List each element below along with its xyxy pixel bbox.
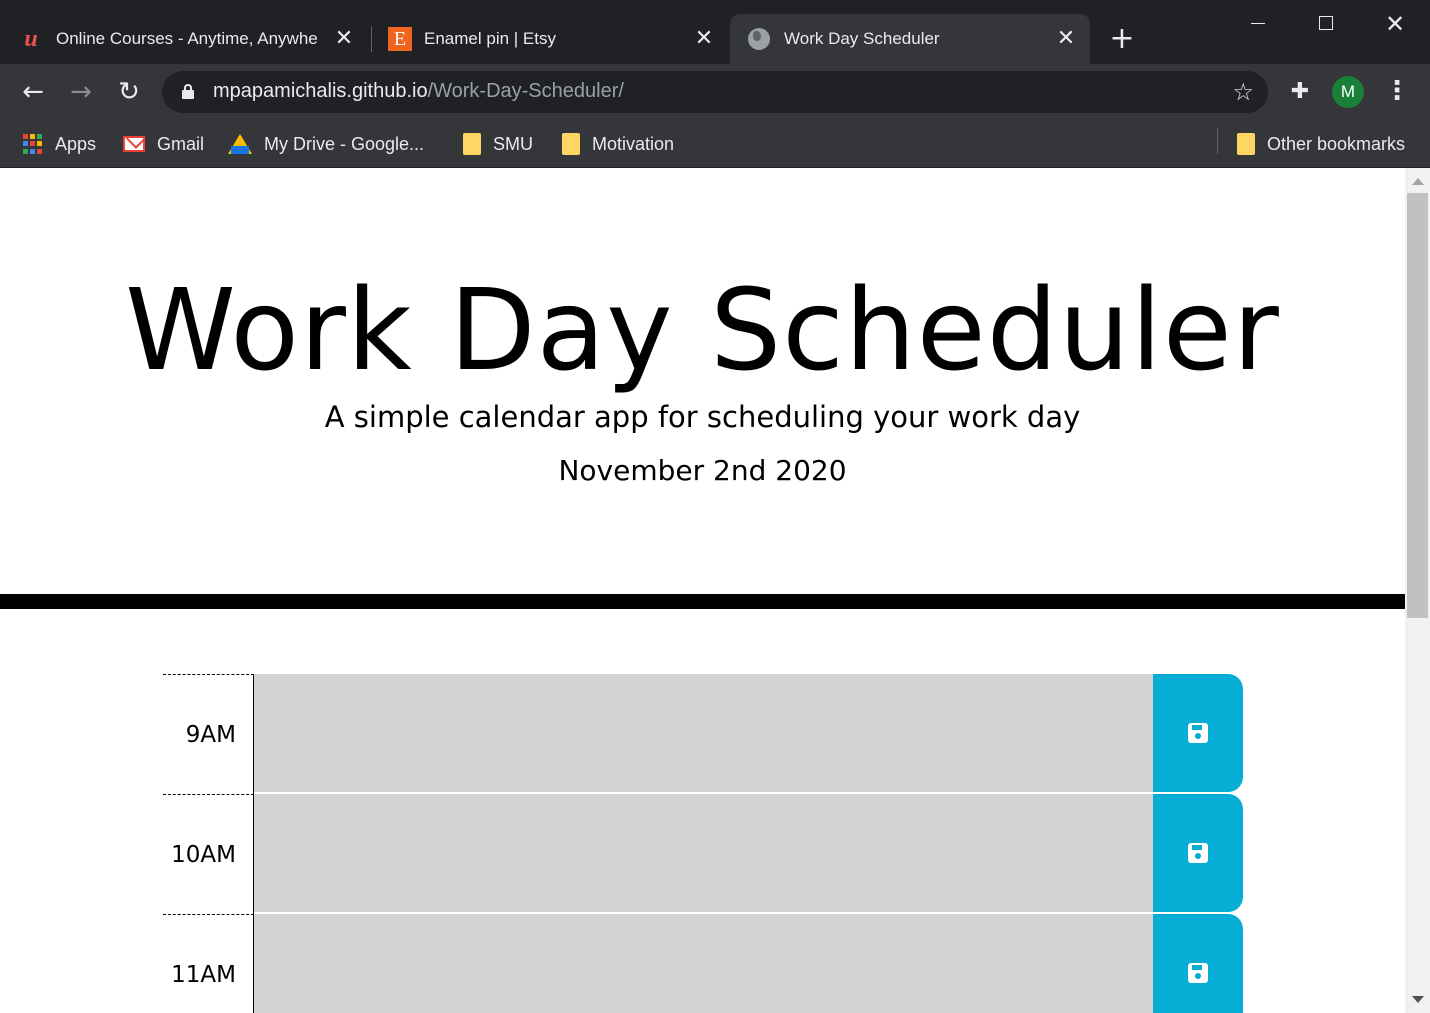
forward-button[interactable]: → [65, 76, 97, 108]
gmail-icon [123, 136, 145, 152]
bookmark-gmail[interactable]: Gmail [123, 128, 204, 160]
tab-work-day-scheduler[interactable]: Work Day Scheduler ✕ [730, 14, 1090, 64]
new-tab-button[interactable]: + [1106, 24, 1138, 56]
event-description-input[interactable] [254, 794, 1154, 913]
maximize-button[interactable] [1296, 4, 1356, 44]
scrollbar-thumb[interactable] [1407, 193, 1428, 618]
back-button[interactable]: ← [17, 76, 49, 108]
hour-label: 10AM [163, 794, 254, 914]
event-description-input[interactable] [254, 914, 1154, 1013]
save-floppy-icon [1188, 963, 1208, 983]
folder-icon [463, 133, 481, 155]
save-button[interactable] [1153, 794, 1243, 912]
url-host: mpapamichalis.github.io [213, 80, 428, 102]
tab-title: Work Day Scheduler [784, 29, 940, 48]
bookmark-folder-motivation[interactable]: Motivation [562, 128, 674, 160]
bookmark-folder-smu[interactable]: SMU [463, 128, 533, 160]
tab-divider [371, 26, 372, 52]
hour-text: 9AM [185, 722, 236, 748]
time-block-row: 10AM [163, 794, 1243, 914]
close-tab-icon[interactable]: ✕ [692, 26, 716, 50]
reload-button[interactable]: ↻ [113, 76, 145, 108]
page-title: Work Day Scheduler [125, 266, 1280, 396]
bookmark-label: Gmail [157, 133, 205, 154]
globe-icon [748, 28, 770, 50]
arrow-right-icon: → [70, 77, 92, 107]
address-bar[interactable]: mpapamichalis.github.io/Work-Day-Schedul… [162, 71, 1268, 113]
page-header: Work Day Scheduler A simple calendar app… [0, 168, 1405, 609]
udemy-logo-icon: u [24, 26, 38, 52]
folder-icon [562, 133, 580, 155]
save-button[interactable] [1153, 674, 1243, 792]
scroll-up-arrow-icon[interactable] [1412, 178, 1424, 185]
browser-toolbar: ← → ↻ mpapamichalis.github.io/Work-Day-S… [0, 64, 1430, 120]
close-icon: ✕ [1384, 10, 1406, 38]
tab-strip: u Online Courses - Anytime, Anywhere ✕ E… [0, 0, 1430, 64]
hour-text: 10AM [171, 842, 236, 868]
extensions-puzzle-icon[interactable]: ✚ [1286, 78, 1314, 106]
close-tab-icon[interactable]: ✕ [1054, 26, 1078, 50]
close-tab-icon[interactable]: ✕ [332, 26, 356, 50]
page-viewport: Work Day Scheduler A simple calendar app… [0, 168, 1405, 1013]
url-text[interactable]: mpapamichalis.github.io/Work-Day-Schedul… [213, 80, 624, 103]
time-block-row: 11AM [163, 914, 1243, 1013]
bookmark-label: SMU [493, 133, 533, 154]
tab-title: Enamel pin | Etsy [424, 29, 556, 48]
page-subtitle: A simple calendar app for scheduling you… [324, 400, 1081, 434]
tab-title: Online Courses - Anytime, Anywhere [56, 29, 318, 48]
reload-icon: ↻ [118, 77, 140, 107]
window-close-button[interactable]: ✕ [1365, 4, 1425, 44]
minimize-button[interactable] [1228, 4, 1288, 44]
hour-text: 11AM [171, 962, 236, 988]
bookmark-my-drive[interactable]: My Drive - Google... [228, 128, 424, 160]
time-block-row: 9AM [163, 674, 1243, 794]
save-floppy-icon [1188, 723, 1208, 743]
folder-icon [1237, 133, 1255, 155]
save-floppy-icon [1188, 843, 1208, 863]
etsy-logo-icon: E [388, 27, 412, 51]
bookmark-other-bookmarks[interactable]: Other bookmarks [1237, 128, 1405, 160]
bookmark-apps[interactable]: Apps [23, 128, 96, 160]
bookmark-star-icon[interactable]: ☆ [1232, 76, 1254, 108]
maximize-icon [1319, 16, 1333, 30]
hour-label: 11AM [163, 914, 254, 1013]
event-description-input[interactable] [254, 674, 1154, 793]
save-button[interactable] [1153, 914, 1243, 1013]
bookmark-label: Motivation [592, 133, 675, 154]
scroll-down-arrow-icon[interactable] [1412, 996, 1424, 1003]
google-drive-icon [228, 134, 252, 154]
time-block-container: 9AM 10AM 11AM [163, 674, 1243, 1013]
bookmarks-divider [1217, 128, 1218, 154]
browser-menu-icon[interactable]: ⋮ [1384, 76, 1410, 108]
arrow-left-icon: ← [22, 77, 44, 107]
apps-grid-icon [23, 134, 43, 154]
lock-icon [182, 84, 194, 99]
page-scrollbar[interactable] [1405, 168, 1430, 1013]
tab-etsy[interactable]: E Enamel pin | Etsy ✕ [376, 14, 728, 64]
hour-label: 9AM [163, 674, 254, 794]
profile-avatar[interactable]: M [1332, 76, 1364, 108]
url-path: /Work-Day-Scheduler/ [427, 80, 624, 102]
bookmarks-bar: Apps Gmail My Drive - Google... SMU Moti… [0, 120, 1430, 168]
bookmark-label: My Drive - Google... [264, 133, 425, 154]
current-day: November 2nd 2020 [558, 454, 847, 487]
minimize-icon [1251, 23, 1265, 24]
bookmark-label: Apps [55, 133, 97, 154]
bookmark-label: Other bookmarks [1267, 133, 1406, 154]
tab-udemy[interactable]: u Online Courses - Anytime, Anywhere ✕ [18, 14, 368, 64]
